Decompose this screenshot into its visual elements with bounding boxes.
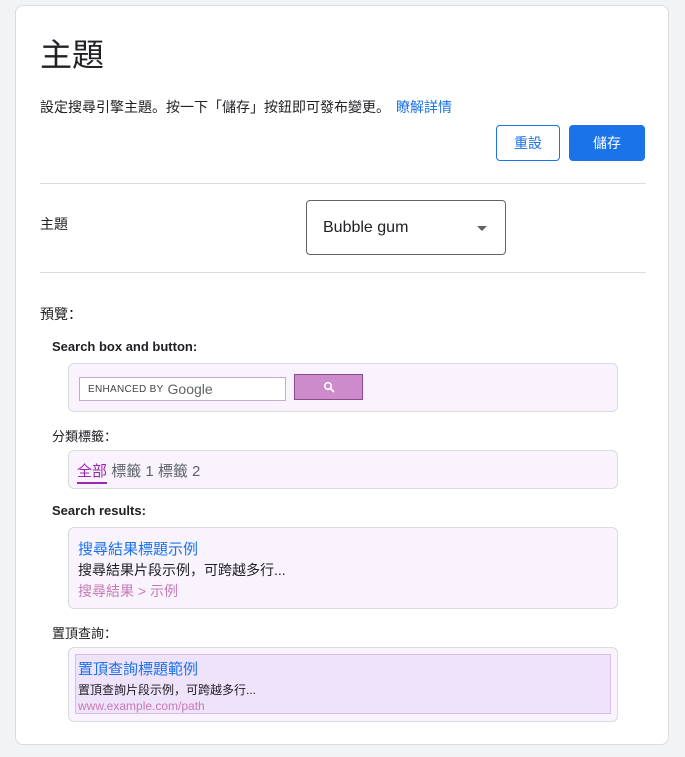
- search-box-label: Search box and button:: [52, 339, 198, 354]
- page-description: 設定搜尋引擎主題。按一下「儲存」按鈕即可發布變更。 瞭解詳情: [40, 97, 452, 117]
- tab-all[interactable]: 全部: [77, 463, 108, 484]
- google-logo-text: Google: [167, 381, 213, 397]
- theme-settings-card: 主題 設定搜尋引擎主題。按一下「儲存」按鈕即可發布變更。 瞭解詳情 重設 儲存 主…: [15, 5, 669, 745]
- promotion-title-link[interactable]: 置頂查詢標題範例: [78, 658, 198, 679]
- tabs-preview: 全部 標籤 1 標籤 2: [68, 450, 618, 489]
- page-title: 主題: [40, 37, 105, 73]
- description-text: 設定搜尋引擎主題。按一下「儲存」按鈕即可發布變更。: [40, 99, 390, 115]
- promotion-snippet: 置頂查詢片段示例，可跨越多行...: [78, 683, 257, 697]
- reset-button[interactable]: 重設: [496, 125, 560, 161]
- enhanced-by-text: ENHANCED BY: [88, 383, 164, 395]
- preview-tabs: 全部 標籤 1 標籤 2: [77, 460, 201, 484]
- result-url: 搜尋結果 > 示例: [78, 583, 178, 599]
- divider: [40, 272, 646, 273]
- results-preview: 搜尋結果標題示例 搜尋結果片段示例，可跨越多行... 搜尋結果 > 示例: [68, 527, 618, 609]
- preview-label: 預覽：: [40, 306, 82, 322]
- result-title-link[interactable]: 搜尋結果標題示例: [78, 538, 198, 559]
- theme-label: 主題: [40, 216, 68, 232]
- search-box-preview: ENHANCED BY Google: [68, 363, 618, 412]
- preview-search-button[interactable]: [294, 374, 363, 400]
- tabs-label: 分類標籤：: [52, 429, 118, 444]
- theme-select-value: Bubble gum: [323, 218, 409, 236]
- promotions-preview: 置頂查詢標題範例 置頂查詢片段示例，可跨越多行... www.example.c…: [68, 647, 618, 722]
- promotion-url: www.example.com/path: [78, 699, 205, 713]
- search-icon: [323, 381, 334, 393]
- save-button[interactable]: 儲存: [569, 125, 645, 161]
- preview-search-input[interactable]: ENHANCED BY Google: [79, 377, 286, 401]
- promotions-label: 置頂查詢：: [52, 626, 118, 641]
- result-snippet: 搜尋結果片段示例，可跨越多行...: [78, 562, 286, 578]
- divider: [40, 183, 646, 184]
- dropdown-arrow-icon: [477, 226, 487, 231]
- tab-label-2[interactable]: 標籤 2: [158, 463, 201, 480]
- theme-select[interactable]: Bubble gum: [306, 200, 506, 255]
- promotion-item: 置頂查詢標題範例 置頂查詢片段示例，可跨越多行... www.example.c…: [75, 654, 611, 714]
- learn-more-link[interactable]: 瞭解詳情: [396, 99, 452, 115]
- tab-label-1[interactable]: 標籤 1: [111, 463, 154, 480]
- results-label: Search results:: [52, 503, 146, 518]
